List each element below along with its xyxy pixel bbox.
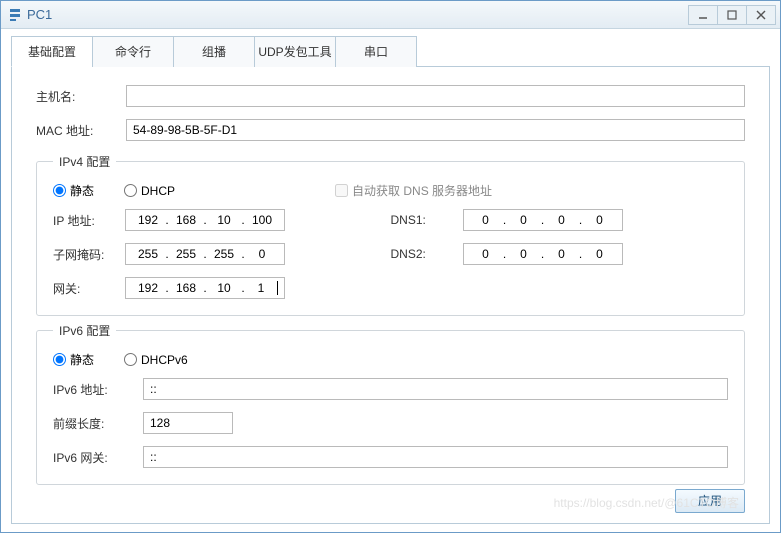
ipv6-group: IPv6 配置 静态 DHCPv6 IPv6 地址: 前缀长度: IPv6 网关… — [36, 322, 745, 485]
content-area: 基础配置 命令行 组播 UDP发包工具 串口 主机名: MAC 地址: IPv4… — [1, 29, 780, 532]
ipv4-legend: IPv4 配置 — [53, 153, 116, 170]
hostname-label: 主机名: — [36, 88, 126, 105]
ipv6-prefix-input[interactable] — [143, 412, 233, 434]
ipv6-gw-label: IPv6 网关: — [53, 449, 143, 466]
mask-label: 子网掩码: — [53, 246, 125, 263]
tab-serial[interactable]: 串口 — [335, 36, 417, 67]
tab-udp[interactable]: UDP发包工具 — [254, 36, 336, 67]
tab-basic[interactable]: 基础配置 — [11, 36, 93, 67]
tab-cmdline[interactable]: 命令行 — [92, 36, 174, 67]
ipv6-addr-input[interactable] — [143, 378, 728, 400]
dns1-label: DNS1: — [391, 213, 463, 227]
auto-dns-checkbox[interactable]: 自动获取 DNS 服务器地址 — [335, 182, 492, 199]
dns1-input[interactable]: 0.0.0.0 — [463, 209, 623, 231]
mac-input[interactable] — [126, 119, 745, 141]
ipv6-gw-input[interactable] — [143, 446, 728, 468]
gw-input[interactable]: 192.168.10.1 — [125, 277, 285, 299]
ipv6-legend: IPv6 配置 — [53, 322, 116, 339]
dns2-input[interactable]: 0.0.0.0 — [463, 243, 623, 265]
dns2-label: DNS2: — [391, 247, 463, 261]
apply-button[interactable]: 应用 — [675, 489, 745, 513]
window-buttons — [689, 5, 776, 25]
gw-label: 网关: — [53, 280, 125, 297]
ipv6-static-radio[interactable]: 静态 — [53, 351, 94, 368]
ip-input[interactable]: 192.168.10.100 — [125, 209, 285, 231]
mac-label: MAC 地址: — [36, 122, 126, 139]
tab-panel: 主机名: MAC 地址: IPv4 配置 静态 DHCP 自动获取 DNS 服务… — [11, 67, 770, 524]
tab-multicast[interactable]: 组播 — [173, 36, 255, 67]
ipv6-dhcp-radio[interactable]: DHCPv6 — [124, 353, 188, 367]
ipv6-prefix-label: 前缀长度: — [53, 415, 143, 432]
close-button[interactable] — [746, 5, 776, 25]
ipv4-static-radio[interactable]: 静态 — [53, 182, 94, 199]
maximize-button[interactable] — [717, 5, 747, 25]
ipv6-addr-label: IPv6 地址: — [53, 381, 143, 398]
ipv4-group: IPv4 配置 静态 DHCP 自动获取 DNS 服务器地址 IP 地址: 19… — [36, 153, 745, 316]
window-title: PC1 — [27, 7, 689, 22]
minimize-button[interactable] — [688, 5, 718, 25]
app-icon — [7, 7, 23, 23]
ip-label: IP 地址: — [53, 212, 125, 229]
tab-bar: 基础配置 命令行 组播 UDP发包工具 串口 — [11, 35, 770, 67]
hostname-input[interactable] — [126, 85, 745, 107]
ipv4-dhcp-radio[interactable]: DHCP — [124, 184, 175, 198]
titlebar: PC1 — [1, 1, 780, 29]
mask-input[interactable]: 255.255.255.0 — [125, 243, 285, 265]
